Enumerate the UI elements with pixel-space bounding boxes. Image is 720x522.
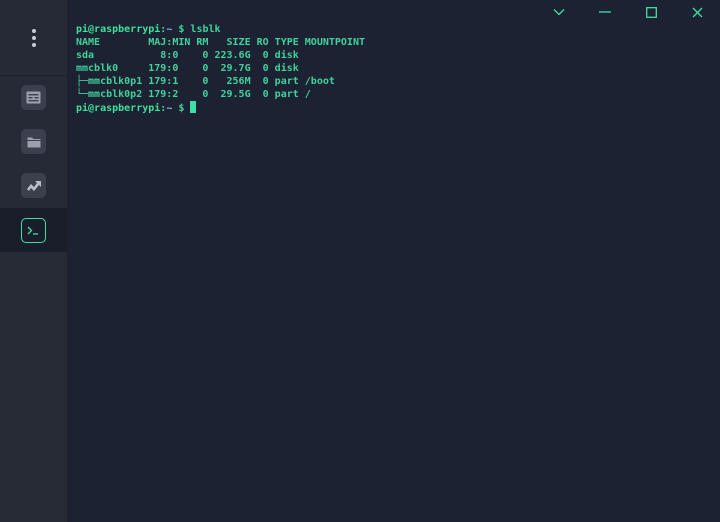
minimize-button[interactable]	[582, 0, 628, 24]
prompt-line-current: pi@raspberrypi:~ $	[76, 101, 365, 115]
collapse-button[interactable]	[536, 0, 582, 24]
terminal-pane[interactable]: pi@raspberrypi:~ $ lsblk NAME MAJ:MIN RM …	[67, 0, 720, 522]
output-line: NAME MAJ:MIN RM SIZE RO TYPE MOUNTPOINT	[76, 37, 365, 48]
prompt-symbol: $	[172, 103, 191, 114]
output-line: ├─mmcblk0p1 179:1 0 256M 0 part /boot	[76, 76, 335, 87]
prompt-user: pi@raspberrypi	[76, 103, 161, 114]
sidebar	[0, 0, 67, 522]
kebab-icon[interactable]	[31, 28, 36, 47]
share-icon	[27, 180, 41, 191]
prompt-user: pi@raspberrypi	[76, 24, 161, 35]
close-icon	[692, 7, 702, 17]
prompt-symbol: $	[172, 24, 191, 35]
nav-button-share[interactable]	[21, 173, 46, 198]
folder-icon	[27, 137, 40, 147]
output-line: sda 8:0 0 223.6G 0 disk	[76, 50, 299, 61]
nav-button-terminal[interactable]	[21, 218, 46, 243]
terminal-output[interactable]: pi@raspberrypi:~ $ lsblk NAME MAJ:MIN RM …	[76, 23, 365, 115]
maximize-button[interactable]	[628, 0, 674, 24]
sidebar-menu-area	[0, 0, 67, 76]
sidebar-empty-area	[0, 252, 67, 522]
output-line: └─mmcblk0p2 179:2 0 29.5G 0 part /	[76, 89, 311, 100]
terminal-icon	[27, 226, 38, 235]
prompt-line: pi@raspberrypi:~ $ lsblk	[76, 23, 365, 36]
card-icon	[26, 91, 41, 104]
command-text: lsblk	[190, 24, 221, 35]
text-cursor	[190, 101, 197, 113]
chevron-down-icon	[553, 9, 565, 16]
output-line: mmcblk0 179:0 0 29.7G 0 disk	[76, 63, 299, 74]
maximize-icon	[645, 6, 657, 18]
close-button[interactable]	[674, 0, 720, 24]
nav-button-card[interactable]	[21, 85, 46, 110]
nav-button-files[interactable]	[21, 129, 46, 154]
minimize-icon	[599, 11, 611, 13]
